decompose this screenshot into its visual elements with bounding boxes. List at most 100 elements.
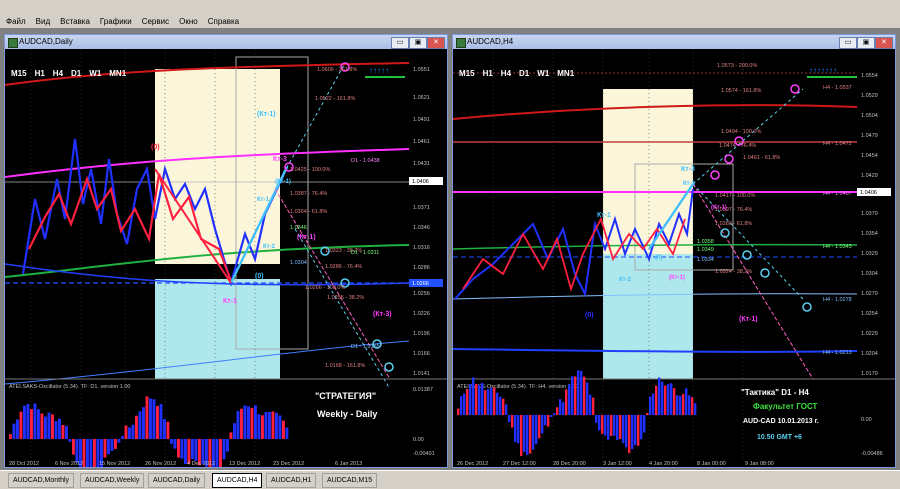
tf-h1[interactable]: H1 xyxy=(35,69,45,78)
tactic-caption: "Тактика" D1 - H4 xyxy=(741,388,809,397)
tf-w1[interactable]: W1 xyxy=(537,69,549,78)
oscillator-bar xyxy=(640,415,643,440)
menu-view[interactable]: Вид xyxy=(36,17,50,26)
svg-text:1.0494 - 100.0%: 1.0494 - 100.0% xyxy=(721,129,761,135)
menu-insert[interactable]: Вставка xyxy=(60,17,90,26)
tf-h4[interactable]: H4 xyxy=(501,69,511,78)
oscillator-bar xyxy=(40,413,44,439)
menu-help[interactable]: Справка xyxy=(208,17,239,26)
oscillator-bar xyxy=(278,415,282,439)
oscillator-bar xyxy=(145,396,149,439)
indicator-title: ATEI.SAKS-Oscillator (5.34). TF: D1. ver… xyxy=(9,384,130,390)
time-caption: 10.50 GMT +6 xyxy=(757,434,802,441)
oscillator-bar xyxy=(484,390,487,415)
oscillator-bar xyxy=(264,411,268,439)
tf-h4[interactable]: H4 xyxy=(53,69,63,78)
svg-text:1.0461: 1.0461 xyxy=(413,139,430,145)
oscillator-bar xyxy=(107,439,110,455)
tf-mn1[interactable]: MN1 xyxy=(557,69,574,78)
price-chart-h4[interactable]: 1.0573 - 200.0% 1.0574 - 161.8% 1.0494 -… xyxy=(453,49,895,467)
oscillator-bar xyxy=(65,426,68,439)
window-titlebar[interactable]: AUDCAD,Daily ▭ ▣ ✕ xyxy=(5,35,447,49)
oscillator-bar xyxy=(12,423,16,439)
svg-text:(0): (0) xyxy=(151,144,160,151)
svg-text:H4 - 1.0537: H4 - 1.0537 xyxy=(823,85,852,91)
oscillator-bar xyxy=(222,439,226,460)
oscillator-bar xyxy=(658,377,661,415)
menu-window[interactable]: Окно xyxy=(179,17,198,26)
time-axis-labels: 26 Dec 2012 27 Dec 12:00 28 Dec 20:00 3 … xyxy=(457,461,774,467)
svg-text:(0): (0) xyxy=(255,273,264,280)
oscillator-bar xyxy=(156,405,159,439)
svg-text:Кт-3: Кт-3 xyxy=(681,166,695,173)
oscillator-bar xyxy=(532,415,535,450)
tab-daily[interactable]: AUDCAD,Daily xyxy=(148,473,206,488)
oscillator-bar xyxy=(547,415,550,427)
svg-text:15 Nov 2012: 15 Nov 2012 xyxy=(99,461,130,467)
svg-text:H4 - 1.0278: H4 - 1.0278 xyxy=(823,297,852,303)
close-button[interactable]: ✕ xyxy=(427,37,445,49)
svg-text:1.0304: 1.0304 xyxy=(861,271,878,277)
menu-charts[interactable]: Графики xyxy=(100,17,132,26)
chart-window-h4[interactable]: AUDCAD,H4 ▭ ▣ ✕ 1.0573 - 200.0% 1.0574 -… xyxy=(452,34,896,468)
oscillator-bar xyxy=(68,439,72,442)
oscillator-bar xyxy=(688,395,691,415)
menu-tools[interactable]: Сервис xyxy=(142,17,169,26)
oscillator-bar xyxy=(163,419,166,439)
svg-text:(Кт-3): (Кт-3) xyxy=(373,311,392,318)
oscillator-bar xyxy=(180,439,184,459)
restore-button[interactable]: ▣ xyxy=(409,37,427,49)
tf-d1[interactable]: D1 xyxy=(519,69,529,78)
tab-monthly[interactable]: AUDCAD,Monthly xyxy=(8,473,75,488)
svg-text:0.01387: 0.01387 xyxy=(413,387,433,393)
close-button[interactable]: ✕ xyxy=(875,37,893,49)
tf-w1[interactable]: W1 xyxy=(89,69,101,78)
minimize-button[interactable]: ▭ xyxy=(391,37,409,49)
svg-text:(Кт-1): (Кт-1) xyxy=(711,205,727,211)
price-chart-daily[interactable]: 1.0606 - 261.8% 1.0522 - 161.8% 1.0425 -… xyxy=(5,49,447,467)
tf-mn1[interactable]: MN1 xyxy=(109,69,126,78)
svg-text:1.0255 - 38.2%: 1.0255 - 38.2% xyxy=(327,295,364,301)
svg-text:(Кт-1): (Кт-1) xyxy=(669,275,685,281)
oscillator-bar xyxy=(152,399,156,439)
minimize-button[interactable]: ▭ xyxy=(839,37,857,49)
svg-text:1.0254: 1.0254 xyxy=(861,311,878,317)
tf-m15[interactable]: M15 xyxy=(459,69,475,78)
chart-window-daily[interactable]: AUDCAD,Daily ▭ ▣ ✕ 1.0606 - 261.8% 1.052… xyxy=(4,34,448,468)
oscillator-bar xyxy=(110,439,114,451)
svg-text:H4 - 1.0407: H4 - 1.0407 xyxy=(823,191,852,197)
tab-weekly[interactable]: AUDCAD,Weekly xyxy=(80,473,145,488)
oscillator-bar xyxy=(559,399,562,415)
svg-text:(Кт-1): (Кт-1) xyxy=(297,234,316,241)
svg-text:(Кт-1): (Кт-1) xyxy=(257,111,276,118)
menu-file[interactable]: Файл xyxy=(6,17,26,26)
tab-h4[interactable]: AUDCAD,H4 xyxy=(212,473,263,488)
oscillator-bar xyxy=(670,383,673,415)
svg-text:1.0316: 1.0316 xyxy=(413,245,430,251)
svg-text:D1 - 1.0185: D1 - 1.0185 xyxy=(351,344,380,350)
oscillator-bar xyxy=(571,376,574,415)
tab-m15[interactable]: AUDCAD,M15 xyxy=(322,473,378,488)
window-titlebar[interactable]: AUDCAD,H4 ▭ ▣ ✕ xyxy=(453,35,895,49)
tab-h1[interactable]: AUDCAD,H1 xyxy=(266,473,317,488)
oscillator-bar xyxy=(517,415,520,444)
oscillator-bar xyxy=(128,427,131,439)
oscillator-bar xyxy=(607,415,610,440)
oscillator-bar xyxy=(243,405,247,439)
svg-text:3 Jan 12:00: 3 Jan 12:00 xyxy=(603,461,632,467)
oscillator-bar xyxy=(275,412,278,439)
oscillator-bar xyxy=(261,415,264,439)
oscillator-bar xyxy=(589,394,592,415)
oscillator-bar xyxy=(89,439,93,467)
svg-text:1.0229: 1.0229 xyxy=(861,331,878,337)
oscillator-bar xyxy=(544,415,547,426)
restore-button[interactable]: ▣ xyxy=(857,37,875,49)
svg-text:1.0522 - 161.8%: 1.0522 - 161.8% xyxy=(315,96,355,102)
tf-m15[interactable]: M15 xyxy=(11,69,27,78)
tf-d1[interactable]: D1 xyxy=(71,69,81,78)
oscillator-bar xyxy=(86,439,89,467)
tf-h1[interactable]: H1 xyxy=(483,69,493,78)
oscillator-bar xyxy=(493,387,496,415)
oscillator-bar xyxy=(26,403,30,439)
oscillator-bar xyxy=(502,398,505,415)
